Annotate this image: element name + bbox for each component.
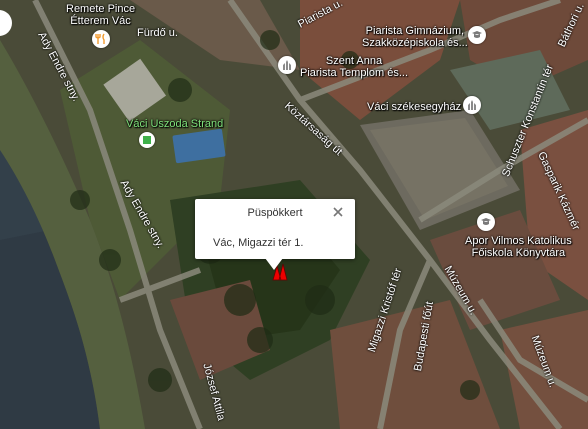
school-icon[interactable] bbox=[477, 213, 495, 231]
close-icon[interactable] bbox=[331, 205, 345, 219]
street-label-furdo: Fürdő u. bbox=[137, 27, 178, 39]
church-icon[interactable] bbox=[463, 96, 481, 114]
place-label-szekesegyhaz[interactable]: Váci székesegyház bbox=[367, 101, 461, 113]
info-window-tail bbox=[265, 258, 283, 270]
place-label-uszoda[interactable]: Váci Uszoda Strand bbox=[126, 118, 223, 130]
pool-marker-icon[interactable] bbox=[139, 132, 155, 148]
satellite-map[interactable]: Remete Pince Étterem Vác Piarista Gimnázi… bbox=[0, 0, 588, 429]
church-icon[interactable] bbox=[278, 56, 296, 74]
school-icon[interactable] bbox=[468, 26, 486, 44]
place-label-piarista-gimnazium[interactable]: Piarista Gimnázium, Szakközépiskola és... bbox=[362, 25, 468, 49]
restaurant-icon[interactable] bbox=[92, 30, 110, 48]
place-label-remete[interactable]: Remete Pince Étterem Vác bbox=[66, 3, 135, 27]
info-window-address: Vác, Migazzi tér 1. bbox=[213, 237, 304, 249]
info-window: Püspökkert Vác, Migazzi tér 1. bbox=[195, 199, 355, 270]
place-label-apor[interactable]: Apor Vilmos Katolikus Főiskola Könyvtára bbox=[465, 235, 572, 259]
place-label-szent-anna[interactable]: Szent Anna Piarista Templom és... bbox=[300, 55, 408, 79]
